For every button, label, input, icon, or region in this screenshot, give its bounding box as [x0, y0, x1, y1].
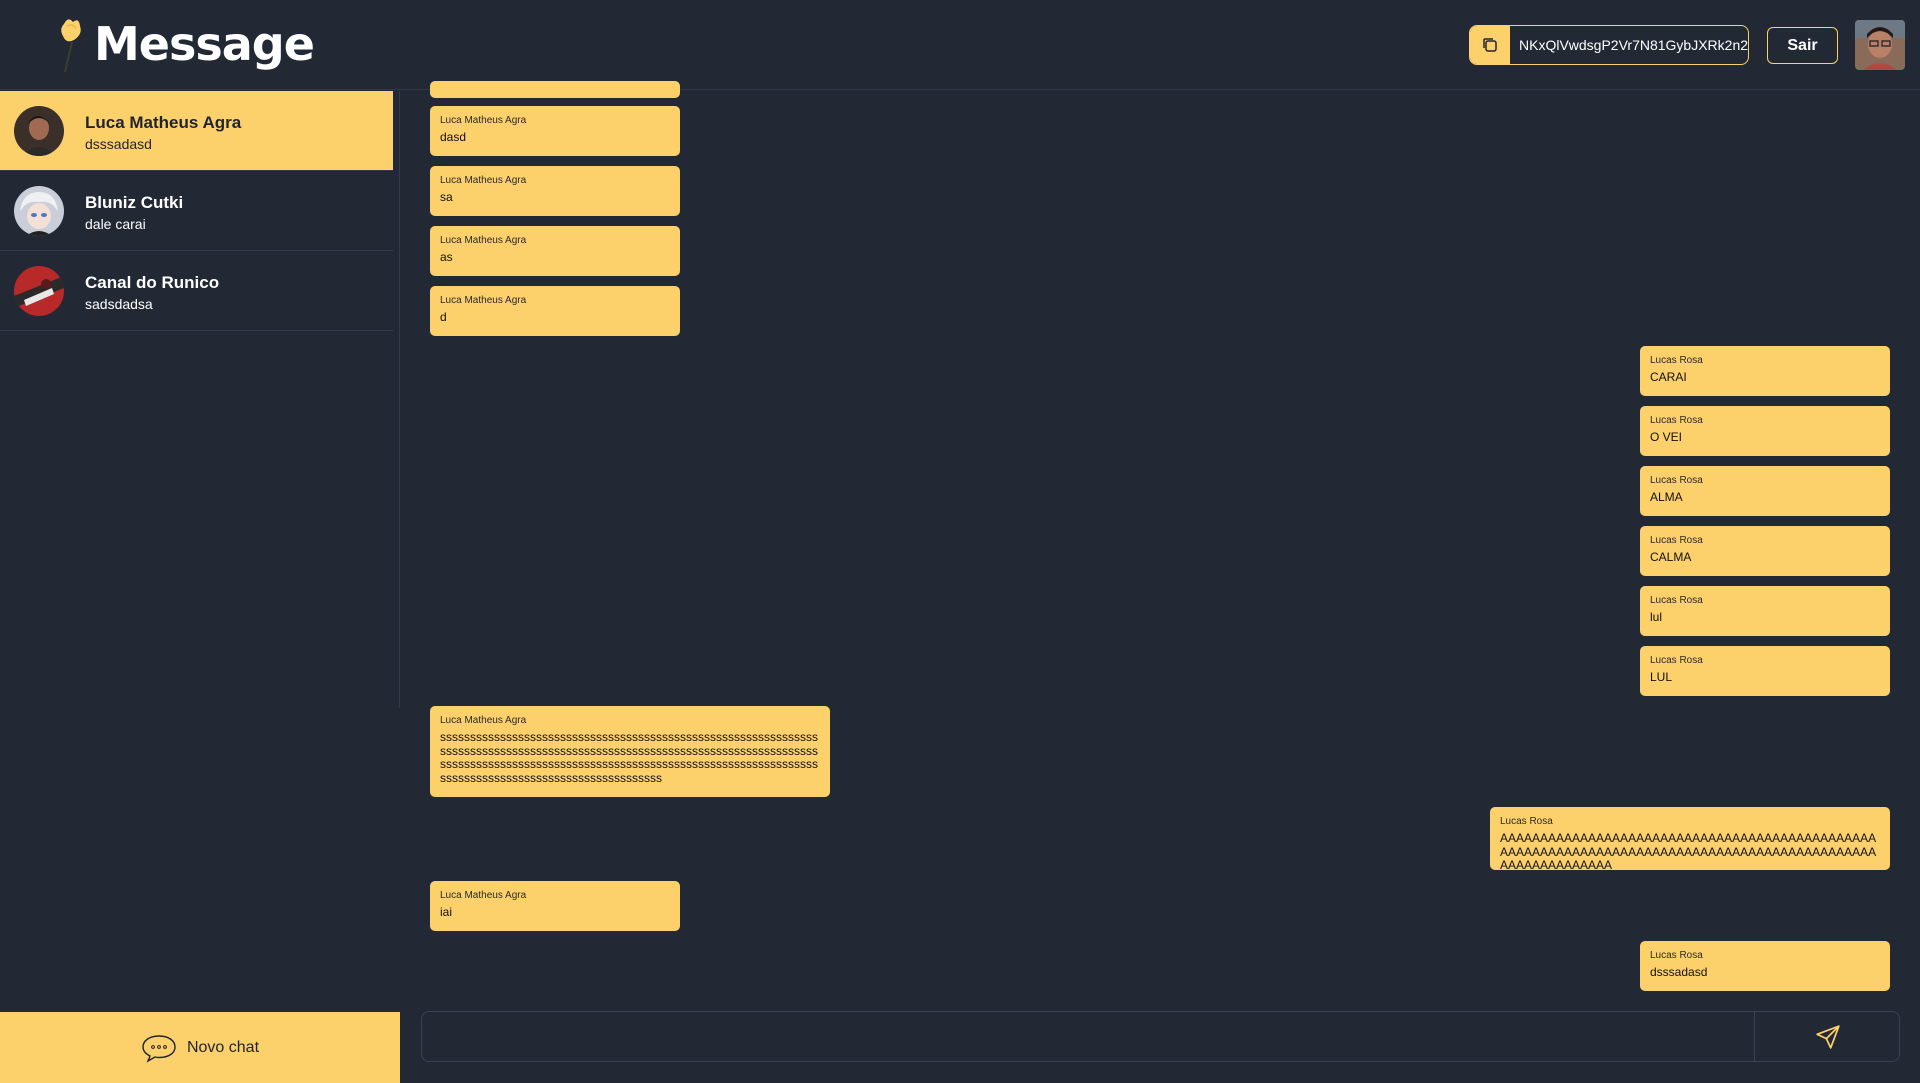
- avatar: [14, 106, 64, 156]
- chat-bubble-icon: [142, 1034, 176, 1063]
- message-bubble: Lucas Rosa AAAAAAAAAAAAAAAAAAAAAAAAAAAAA…: [1490, 807, 1890, 870]
- copy-token-button[interactable]: [1470, 26, 1510, 64]
- message-author: Luca Matheus Agra: [440, 115, 527, 126]
- message-text: sa: [440, 190, 453, 204]
- message-author: Lucas Rosa: [1500, 816, 1553, 827]
- message-author: Luca Matheus Agra: [440, 715, 527, 726]
- chat-preview: dsssadasd: [85, 136, 152, 152]
- new-chat-label: Novo chat: [186, 1038, 260, 1056]
- message-bubble: Lucas Rosa CARAI: [1640, 346, 1890, 396]
- message-author: Luca Matheus Agra: [440, 890, 527, 901]
- message-text: ALMA: [1650, 490, 1683, 504]
- message-author: Luca Matheus Agra: [440, 235, 527, 246]
- message-bubble: Luca Matheus Agra dasd: [430, 106, 680, 156]
- chat-item-bluniz-cutki[interactable]: Bluniz Cutki dale carai: [0, 171, 393, 251]
- message-list: Luca Matheus Agra dasd Luca Matheus Agra…: [400, 81, 1920, 991]
- message-text: CALMA: [1650, 550, 1692, 564]
- message-author: Lucas Rosa: [1650, 355, 1703, 366]
- message-text: dsssadasd: [1650, 965, 1708, 979]
- chat-name: Luca Matheus Agra: [85, 113, 242, 132]
- message-bubble: Lucas Rosa LUL: [1640, 646, 1890, 696]
- user-token: NKxQlVwdsgP2Vr7N81GybJXRk2n2: [1519, 37, 1749, 53]
- message-bubble: Lucas Rosa lul: [1640, 586, 1890, 636]
- message-text: as: [440, 250, 453, 264]
- message-bubble: Lucas Rosa CALMA: [1640, 526, 1890, 576]
- message-author: Lucas Rosa: [1650, 595, 1703, 606]
- message-bubble: Lucas Rosa ALMA: [1640, 466, 1890, 516]
- message-text: ssssssssssssssssssssssssssssssssssssssss…: [440, 730, 818, 785]
- message-bubble: Luca Matheus Agra ssssssssssssssssssssss…: [430, 706, 830, 797]
- chat-item-luca-matheus-agra[interactable]: Luca Matheus Agra dsssadasd: [0, 91, 393, 171]
- avatar: [14, 186, 64, 236]
- message-author: Lucas Rosa: [1650, 475, 1703, 486]
- send-icon: [1815, 1024, 1840, 1049]
- message-author: Lucas Rosa: [1650, 535, 1703, 546]
- send-button[interactable]: [1754, 1012, 1899, 1061]
- message-bubble: Luca Matheus Agra d: [430, 286, 680, 336]
- token-box: NKxQlVwdsgP2Vr7N81GybJXRk2n2: [1469, 25, 1749, 65]
- chat-name: Canal do Runico: [85, 273, 220, 292]
- message-text: LUL: [1650, 670, 1673, 684]
- message-bubble: Luca Matheus Agra iai: [430, 881, 680, 931]
- chat-list: Luca Matheus Agra dsssadasd Bluniz Cutki…: [0, 91, 394, 701]
- chat-item-canal-do-runico[interactable]: Canal do Runico sadsdadsa: [0, 251, 393, 331]
- message-text: CARAI: [1650, 370, 1687, 384]
- chat-preview: dale carai: [85, 216, 146, 232]
- message-text: dasd: [440, 130, 467, 144]
- message-author: Lucas Rosa: [1650, 415, 1703, 426]
- app-title: Message: [94, 17, 315, 71]
- message-author: Lucas Rosa: [1650, 655, 1703, 666]
- copy-icon: [1483, 38, 1497, 52]
- message-text: O VEI: [1650, 430, 1683, 444]
- rose-logo-icon: [61, 19, 81, 73]
- message-text: iai: [440, 905, 453, 919]
- message-bubble: Luca Matheus Agra as: [430, 226, 680, 276]
- avatar: [14, 266, 64, 316]
- chat-preview: sadsdadsa: [85, 296, 153, 312]
- message-author: Lucas Rosa: [1650, 950, 1703, 961]
- logout-button[interactable]: Sair: [1767, 27, 1838, 64]
- message-text: lul: [1650, 610, 1663, 624]
- message-bubble: Luca Matheus Agra sa: [430, 166, 680, 216]
- message-text: AAAAAAAAAAAAAAAAAAAAAAAAAAAAAAAAAAAAAAAA…: [1500, 831, 1877, 870]
- new-chat-button[interactable]: Novo chat: [0, 1012, 400, 1083]
- message-bubble-partial: [430, 81, 680, 98]
- message-text: d: [440, 310, 447, 324]
- message-author: Luca Matheus Agra: [440, 175, 527, 186]
- chat-name: Bluniz Cutki: [85, 193, 184, 212]
- composer: [421, 1011, 1900, 1062]
- user-avatar[interactable]: [1855, 20, 1905, 70]
- message-input[interactable]: [422, 1012, 1753, 1061]
- message-bubble: Lucas Rosa O VEI: [1640, 406, 1890, 456]
- app-header: Message NKxQlVwdsgP2Vr7N81GybJXRk2n2 Sai…: [0, 0, 1920, 90]
- message-author: Luca Matheus Agra: [440, 295, 527, 306]
- app-logo: Message: [50, 14, 315, 74]
- message-bubble: Lucas Rosa dsssadasd: [1640, 941, 1890, 991]
